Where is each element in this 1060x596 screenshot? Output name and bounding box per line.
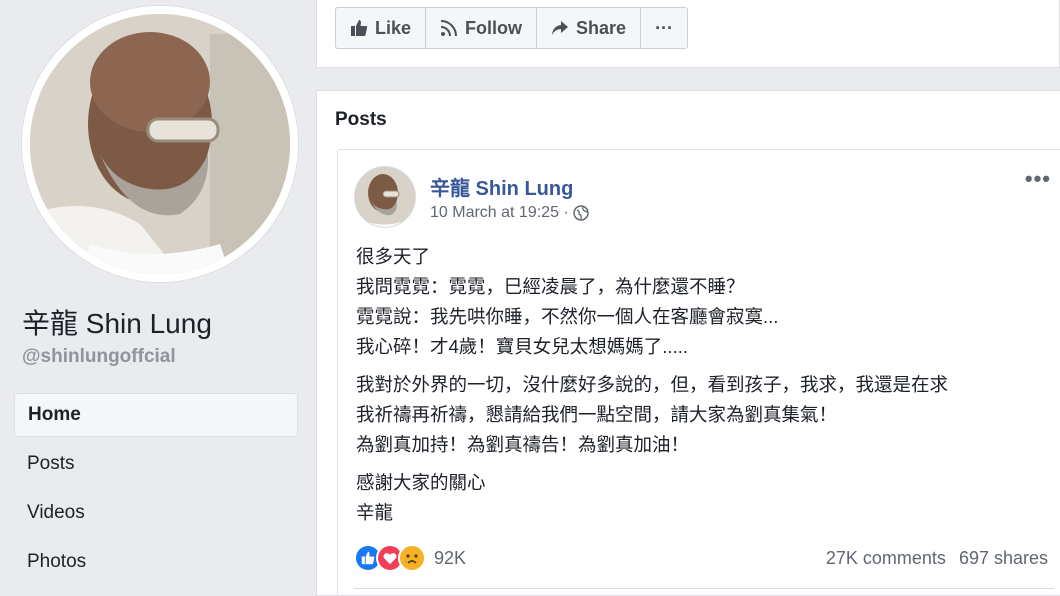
sad-reaction-icon bbox=[398, 544, 426, 572]
post-footer: 92K 27K comments 697 shares bbox=[354, 538, 1050, 578]
like-label: Like bbox=[375, 17, 412, 38]
sidebar-nav: Home Posts Videos Photos bbox=[14, 393, 298, 589]
post-paragraph: 感謝大家的關心 辛龍 bbox=[356, 468, 1056, 528]
post-author-name[interactable]: 辛龍 Shin Lung bbox=[430, 172, 573, 201]
page-action-bar: Like Follow Share ··· bbox=[316, 0, 1060, 68]
post-options-icon[interactable]: ••• bbox=[1025, 166, 1051, 192]
avatar-portrait-icon bbox=[30, 14, 290, 274]
thumbs-up-icon bbox=[351, 20, 368, 36]
profile-name[interactable]: 辛龍 Shin Lung bbox=[22, 302, 212, 342]
post-paragraph: 我對於外界的一切，沒什麼好多說的，但，看到孩子，我求，我還是在求 我祈禱再祈禱，… bbox=[356, 370, 1056, 460]
follow-label: Follow bbox=[465, 17, 523, 38]
rss-feed-icon bbox=[440, 20, 458, 37]
reaction-count: 92K bbox=[434, 547, 467, 568]
post-line: 我心碎！才4歲！寶貝女兒太想媽媽了..... bbox=[356, 336, 688, 357]
post-card: 辛龍 Shin Lung 10 March at 19:25 · ••• 很多天… bbox=[337, 149, 1060, 596]
post-line: 我祈禱再祈禱，懇請給我們一點空間，請大家為劉真集氣！ bbox=[356, 404, 838, 425]
post-paragraph: 很多天了 我問霓霓：霓霓，巳經凌晨了，為什麼還不睡？ 霓霓說：我先哄你睡，不然你… bbox=[356, 242, 1056, 362]
post-stats: 27K comments 697 shares bbox=[818, 548, 1048, 569]
comments-count-link[interactable]: 27K comments bbox=[826, 548, 946, 568]
post-text: 很多天了 我問霓霓：霓霓，巳經凌晨了，為什麼還不睡？ 霓霓說：我先哄你睡，不然你… bbox=[356, 242, 1056, 536]
share-button[interactable]: Share bbox=[537, 8, 642, 48]
shares-count-link[interactable]: 697 shares bbox=[959, 548, 1048, 568]
sidebar-item-home[interactable]: Home bbox=[14, 393, 298, 437]
post-line: 我對於外界的一切，沒什麼好多說的，但，看到孩子，我求，我還是在求 bbox=[356, 374, 949, 395]
post-timestamp-text: 10 March at 19:25 · bbox=[430, 204, 569, 221]
more-actions-icon: ··· bbox=[655, 17, 674, 38]
share-arrow-icon bbox=[552, 21, 569, 35]
post-line: 很多天了 bbox=[356, 246, 431, 267]
sidebar-item-videos[interactable]: Videos bbox=[14, 491, 298, 535]
share-label: Share bbox=[576, 17, 627, 38]
posts-section: Posts 辛龍 Shin Lung 10 March at 19:25 · •… bbox=[316, 90, 1060, 596]
post-divider bbox=[354, 588, 1054, 589]
left-sidebar: 辛龍 Shin Lung @shinlungoffcial Home Posts… bbox=[0, 0, 316, 596]
reaction-summary[interactable]: 92K bbox=[354, 544, 466, 572]
like-button[interactable]: Like bbox=[336, 8, 427, 48]
post-author-avatar[interactable] bbox=[354, 166, 416, 228]
sidebar-item-photos[interactable]: Photos bbox=[14, 540, 298, 584]
post-line: 感謝大家的關心 bbox=[356, 472, 486, 493]
post-line: 我問霓霓：霓霓，巳經凌晨了，為什麼還不睡？ bbox=[356, 276, 745, 297]
sidebar-item-posts[interactable]: Posts bbox=[14, 442, 298, 486]
profile-picture[interactable] bbox=[22, 6, 298, 282]
posts-heading: Posts bbox=[335, 109, 387, 130]
avatar-portrait-icon bbox=[355, 167, 415, 227]
post-line: 為劉真加持！為劉真禱告！為劉真加油！ bbox=[356, 434, 690, 455]
post-timestamp[interactable]: 10 March at 19:25 · bbox=[430, 204, 589, 222]
post-line: 霓霓說：我先哄你睡，不然你一個人在客廳會寂寞... bbox=[356, 306, 779, 327]
more-actions-button[interactable]: ··· bbox=[641, 8, 687, 48]
profile-photo bbox=[30, 14, 290, 274]
profile-handle[interactable]: @shinlungoffcial bbox=[22, 346, 176, 368]
globe-icon bbox=[573, 205, 589, 221]
follow-button[interactable]: Follow bbox=[426, 8, 538, 48]
action-button-group: Like Follow Share ··· bbox=[335, 7, 689, 49]
post-line: 辛龍 bbox=[356, 502, 394, 523]
